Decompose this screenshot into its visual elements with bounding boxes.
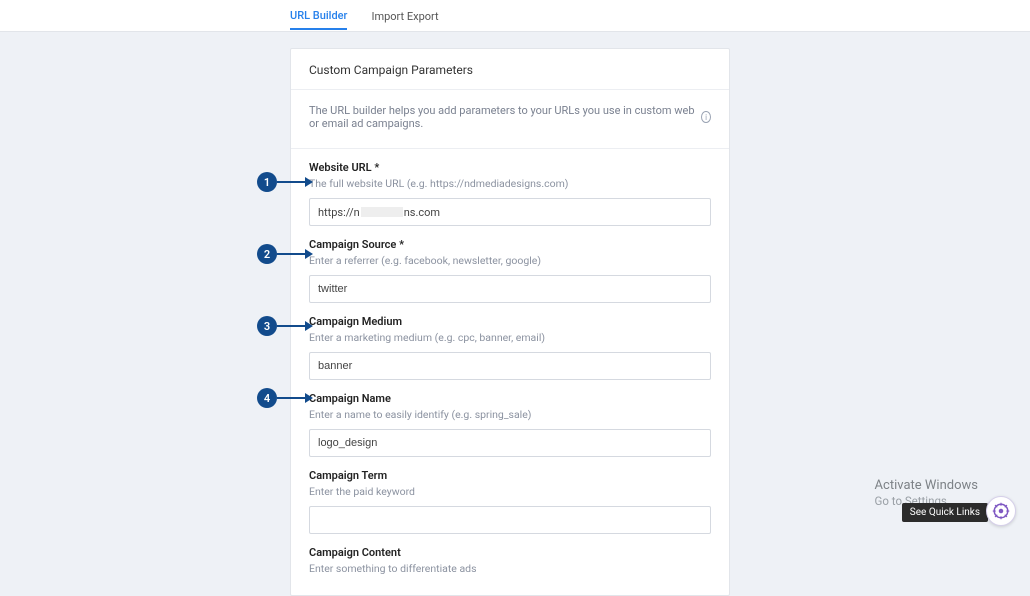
campaign-content-hint: Enter something to differentiate ads — [309, 562, 711, 575]
campaign-content-label: Campaign Content — [309, 546, 711, 559]
callout-badge-3: 3 — [257, 316, 277, 336]
campaign-term-input[interactable] — [309, 506, 711, 534]
callout-4: 4 — [257, 388, 307, 408]
website-url-value-post: ns.com — [404, 206, 440, 219]
website-url-value-pre: https://n — [318, 206, 360, 219]
campaign-medium-input[interactable] — [309, 352, 711, 380]
tab-url-builder[interactable]: URL Builder — [290, 1, 347, 30]
gear-icon — [992, 502, 1010, 520]
callout-badge-1: 1 — [257, 172, 277, 192]
field-campaign-name: Campaign Name Enter a name to easily ide… — [291, 380, 729, 457]
arrow-icon — [277, 325, 307, 327]
website-url-hint: The full website URL (e.g. https://ndmed… — [309, 177, 711, 190]
campaign-term-hint: Enter the paid keyword — [309, 485, 711, 498]
campaign-name-hint: Enter a name to easily identify (e.g. sp… — [309, 408, 711, 421]
callout-badge-4: 4 — [257, 388, 277, 408]
arrow-icon — [277, 253, 307, 255]
field-website-url: Website URL * The full website URL (e.g.… — [291, 149, 729, 226]
campaign-source-input[interactable] — [309, 275, 711, 303]
campaign-source-label: Campaign Source * — [309, 238, 711, 251]
field-campaign-medium: Campaign Medium Enter a marketing medium… — [291, 303, 729, 380]
callout-2: 2 — [257, 244, 307, 264]
callout-1: 1 — [257, 172, 307, 192]
website-url-input[interactable]: https://n ns.com — [309, 198, 711, 226]
field-campaign-term: Campaign Term Enter the paid keyword — [291, 457, 729, 534]
arrow-icon — [277, 181, 307, 183]
campaign-name-input[interactable] — [309, 429, 711, 457]
card-description: The URL builder helps you add parameters… — [291, 90, 729, 149]
card-title: Custom Campaign Parameters — [291, 49, 729, 90]
callout-3: 3 — [257, 316, 307, 336]
campaign-medium-hint: Enter a marketing medium (e.g. cpc, bann… — [309, 331, 711, 344]
field-campaign-content: Campaign Content Enter something to diff… — [291, 534, 729, 575]
activate-windows-title: Activate Windows — [875, 477, 978, 495]
campaign-name-label: Campaign Name — [309, 392, 711, 405]
arrow-icon — [277, 397, 307, 399]
callout-badge-2: 2 — [257, 244, 277, 264]
campaign-medium-label: Campaign Medium — [309, 315, 711, 328]
campaign-term-label: Campaign Term — [309, 469, 711, 482]
floating-action-button[interactable] — [986, 496, 1016, 526]
website-url-label: Website URL * — [309, 161, 711, 174]
info-icon[interactable]: i — [701, 111, 711, 123]
tab-bar: URL Builder Import Export — [0, 0, 1030, 32]
tab-import-export[interactable]: Import Export — [371, 2, 438, 29]
campaign-parameters-card: Custom Campaign Parameters The URL build… — [290, 48, 730, 596]
card-description-text: The URL builder helps you add parameters… — [309, 104, 695, 130]
quick-links-tooltip: See Quick Links — [902, 503, 988, 522]
field-campaign-source: Campaign Source * Enter a referrer (e.g.… — [291, 226, 729, 303]
redacted-segment — [361, 207, 403, 217]
campaign-source-hint: Enter a referrer (e.g. facebook, newslet… — [309, 254, 711, 267]
